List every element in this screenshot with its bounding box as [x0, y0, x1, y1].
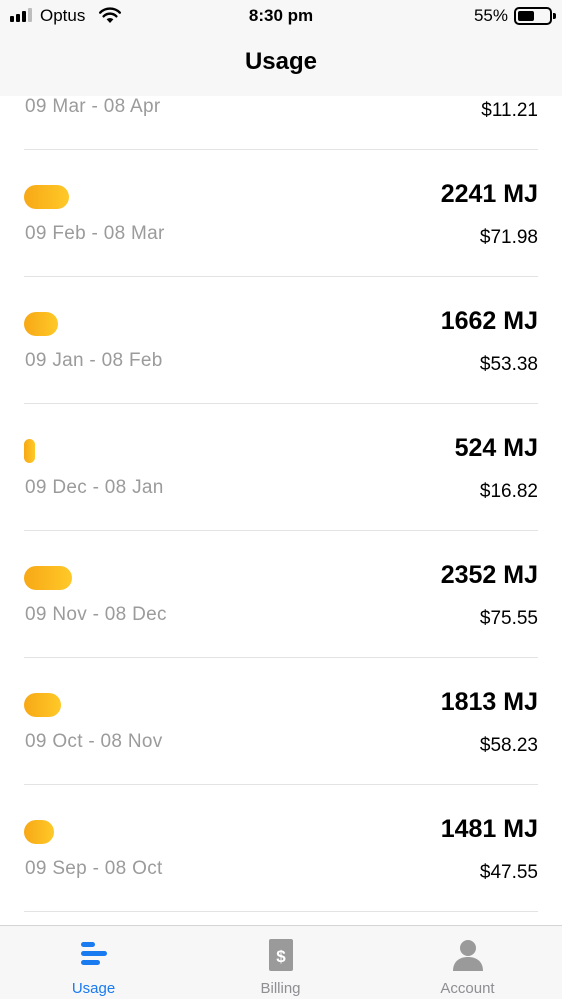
usage-period: 09 Feb - 08 Mar: [25, 223, 165, 244]
usage-bar: [24, 693, 61, 717]
usage-mj: 1662 MJ: [440, 307, 538, 335]
usage-cost: $75.55: [479, 608, 538, 629]
tab-billing[interactable]: $ Billing: [187, 926, 374, 999]
tab-account[interactable]: Account: [374, 926, 561, 999]
account-icon: [452, 940, 483, 971]
usage-row[interactable]: 09 Nov - 08 Dec 2352 MJ $75.55: [0, 531, 562, 658]
battery-percent: 55%: [473, 6, 508, 25]
usage-icon: [80, 942, 107, 965]
usage-period: 09 Dec - 08 Jan: [25, 477, 164, 498]
usage-cost: $11.21: [481, 100, 538, 121]
battery-icon: [514, 7, 556, 25]
usage-bar: [24, 312, 58, 336]
tab-label: Billing: [260, 980, 301, 997]
row-divider: [24, 911, 538, 912]
usage-period: 09 Nov - 08 Dec: [25, 604, 167, 625]
usage-cost: $58.23: [479, 735, 538, 756]
usage-mj: 2352 MJ: [440, 561, 538, 589]
tab-label: Account: [440, 980, 495, 997]
status-bar: Optus 8:30 pm 55%: [0, 0, 562, 34]
usage-row[interactable]: 09 Oct - 08 Nov 1813 MJ $58.23: [0, 658, 562, 785]
tab-usage[interactable]: Usage: [0, 926, 187, 999]
usage-bar: [24, 820, 54, 844]
usage-cost: $47.55: [479, 862, 538, 883]
top-bar: Optus 8:30 pm 55% Usage: [0, 0, 562, 96]
usage-period: 09 Sep - 08 Oct: [25, 858, 163, 879]
usage-row[interactable]: 09 Jan - 08 Feb 1662 MJ $53.38: [0, 277, 562, 404]
usage-period: 09 Jan - 08 Feb: [25, 350, 163, 371]
usage-period: 09 Oct - 08 Nov: [25, 731, 163, 752]
usage-row[interactable]: 09 Dec - 08 Jan 524 MJ $16.82: [0, 404, 562, 531]
usage-cost: $16.82: [479, 481, 538, 502]
usage-bar: [24, 439, 35, 463]
usage-bar: [24, 185, 69, 209]
usage-row[interactable]: 09 Feb - 08 Mar 2241 MJ $71.98: [0, 150, 562, 277]
tab-bar: Usage $ Billing Account: [0, 925, 562, 999]
usage-mj: 1813 MJ: [440, 688, 538, 716]
usage-period: 09 Mar - 08 Apr: [25, 96, 161, 117]
billing-icon: $: [268, 939, 293, 971]
tab-label: Usage: [71, 980, 116, 997]
usage-mj: 1481 MJ: [440, 815, 538, 843]
usage-cost: $53.38: [479, 354, 538, 375]
page-title: Usage: [244, 48, 318, 75]
usage-mj: 2241 MJ: [440, 180, 538, 208]
usage-list[interactable]: 09 Mar - 08 Apr $11.21 09 Feb - 08 Mar 2…: [0, 0, 562, 925]
usage-row[interactable]: 09 Sep - 08 Oct 1481 MJ $47.55: [0, 785, 562, 912]
svg-text:$: $: [276, 947, 286, 966]
usage-cost: $71.98: [479, 227, 538, 248]
usage-bar: [24, 566, 72, 590]
usage-mj: 524 MJ: [454, 434, 538, 462]
